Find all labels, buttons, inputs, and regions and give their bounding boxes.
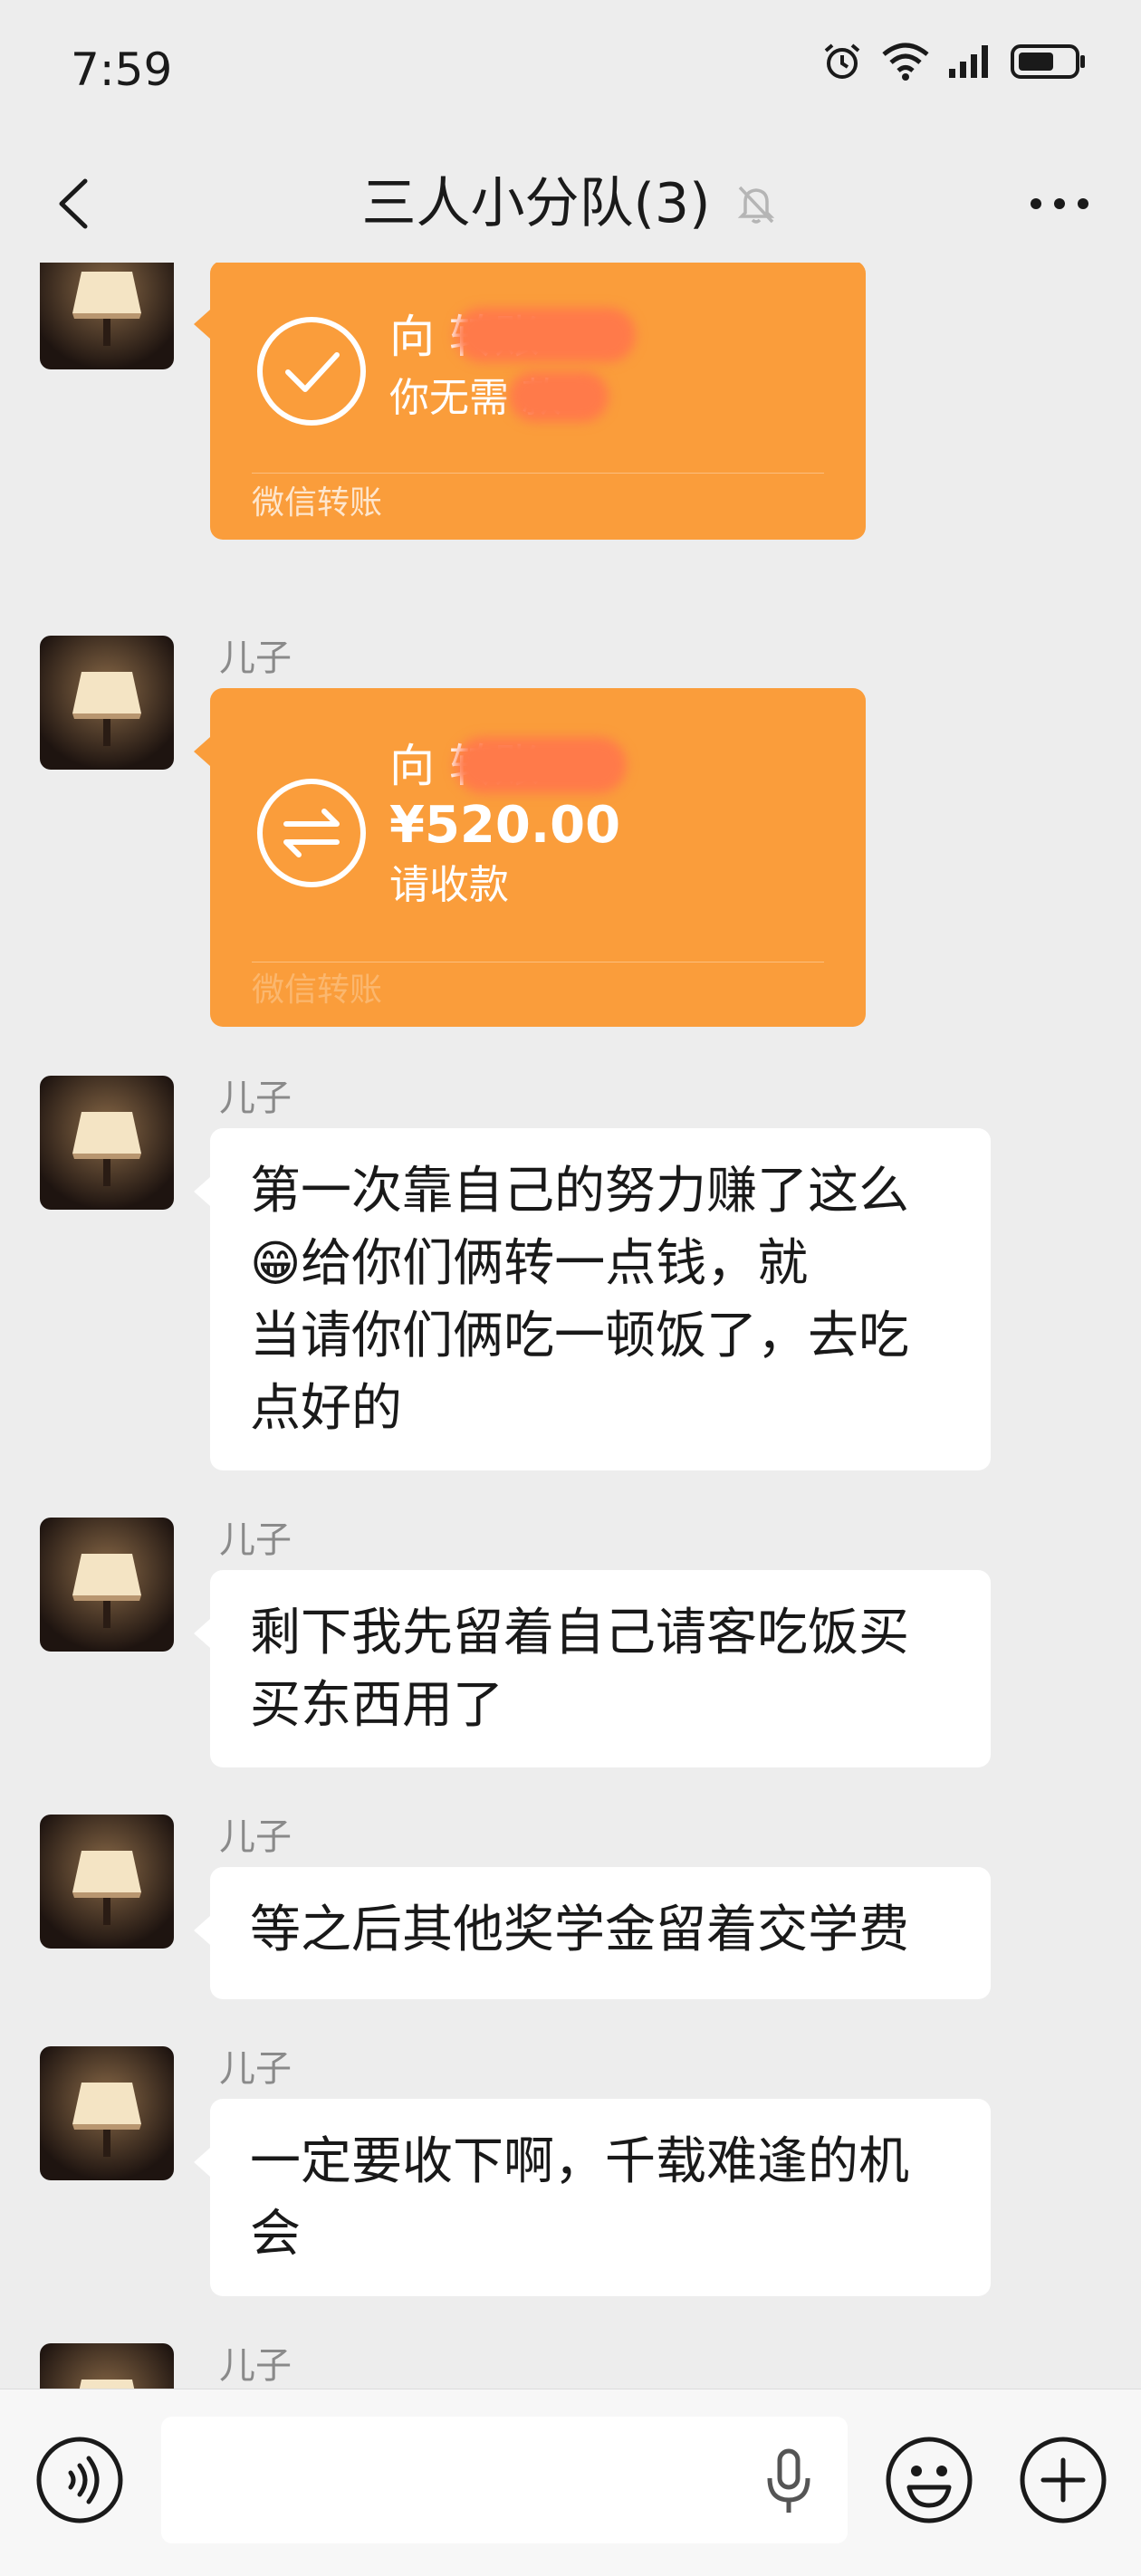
emoji-icon[interactable] [884,2435,974,2525]
message-input[interactable] [161,2417,848,2543]
transfer-subtitle: 请收款 [389,862,509,908]
signal-icon [949,45,988,78]
redaction-mark [455,737,627,793]
grin-emoji-icon: 😁 [250,1235,302,1292]
sender-name: 儿子 [219,2345,292,2387]
redaction-mark [509,371,609,422]
transfer-arrows-icon [257,779,366,887]
message-text: 😁给你们俩转一点钱，就 [250,1234,809,1293]
input-bar [0,2389,1141,2576]
message-text: 第一次靠自己的努力赚了这么 [250,1162,909,1221]
message-bubble[interactable]: 第一次靠自己的努力赚了这么 😁给你们俩转一点钱，就 当请你们俩吃一顿饭了，去吃 … [194,1128,991,1470]
lamp-avatar-image [40,1518,174,1652]
message-bubble[interactable]: 一定要收下啊，千载难逢的机 会 [194,2099,991,2296]
nav-bar: 三人小分队(3) [0,145,1141,263]
lamp-avatar-image [40,1815,174,1949]
message-text: 等之后其他奖学金留着交学费 [250,1901,909,1959]
avatar[interactable] [40,1518,174,1652]
transfer-amount: ¥520.00 [389,796,621,855]
avatar[interactable] [40,1076,174,1210]
avatar[interactable] [40,263,174,369]
message-bubble[interactable]: 等之后其他奖学金留着交学费 [194,1867,991,1999]
avatar[interactable] [40,636,174,770]
microphone-icon[interactable] [757,2446,820,2518]
message-text: 点好的 [250,1379,402,1438]
sender-name: 儿子 [219,637,292,679]
redaction-mark [455,308,636,362]
chat-title[interactable]: 三人小分队(3) [362,172,711,235]
message-text: 当请你们俩吃一顿饭了，去吃 [250,1307,909,1365]
message-text: 一定要收下啊，千载难逢的机 [250,2132,909,2191]
avatar[interactable] [40,1815,174,1949]
avatar[interactable] [40,2046,174,2180]
battery-icon [1011,44,1085,79]
sender-name: 儿子 [219,1077,292,1119]
sender-name: 儿子 [219,1519,292,1561]
transfer-card[interactable]: 向 转账 你无需 款 微信转账 [194,263,866,540]
status-time: 7:59 [71,43,173,96]
bell-off-icon [737,186,774,224]
transfer-footer: 微信转账 [252,972,383,1009]
chat-area[interactable]: 儿子 向 转账 你无需 款 微信转账 儿子 [0,263,1141,2389]
sender-name: 儿子 [219,2048,292,2090]
status-bar: 7:59 [0,0,1141,136]
transfer-divider [252,473,824,474]
more-dots-icon[interactable] [1023,172,1096,235]
message-text: 买东西用了 [250,1676,503,1735]
alarm-icon [824,43,860,79]
message-text: 剩下我先留着自己请客吃饭买 [250,1604,909,1662]
lamp-avatar-image [40,1076,174,1210]
transfer-footer: 微信转账 [252,484,383,522]
lamp-avatar-image [40,2343,174,2389]
message-text: 会 [250,2205,301,2264]
plus-icon[interactable] [1018,2435,1108,2525]
message-bubble[interactable]: 剩下我先留着自己请客吃饭买 买东西用了 [194,1570,991,1767]
lamp-avatar-image [40,636,174,770]
sender-name: 儿子 [219,1816,292,1858]
avatar[interactable] [40,2343,174,2389]
wifi-icon [882,43,929,81]
status-icons [820,40,1087,83]
lamp-avatar-image [40,2046,174,2180]
transfer-card[interactable]: 向 转账 ¥520.00 请收款 微信转账 [194,688,866,1027]
lamp-avatar-image [40,263,174,369]
check-circle-icon [257,317,366,426]
voice-icon[interactable] [34,2435,125,2525]
